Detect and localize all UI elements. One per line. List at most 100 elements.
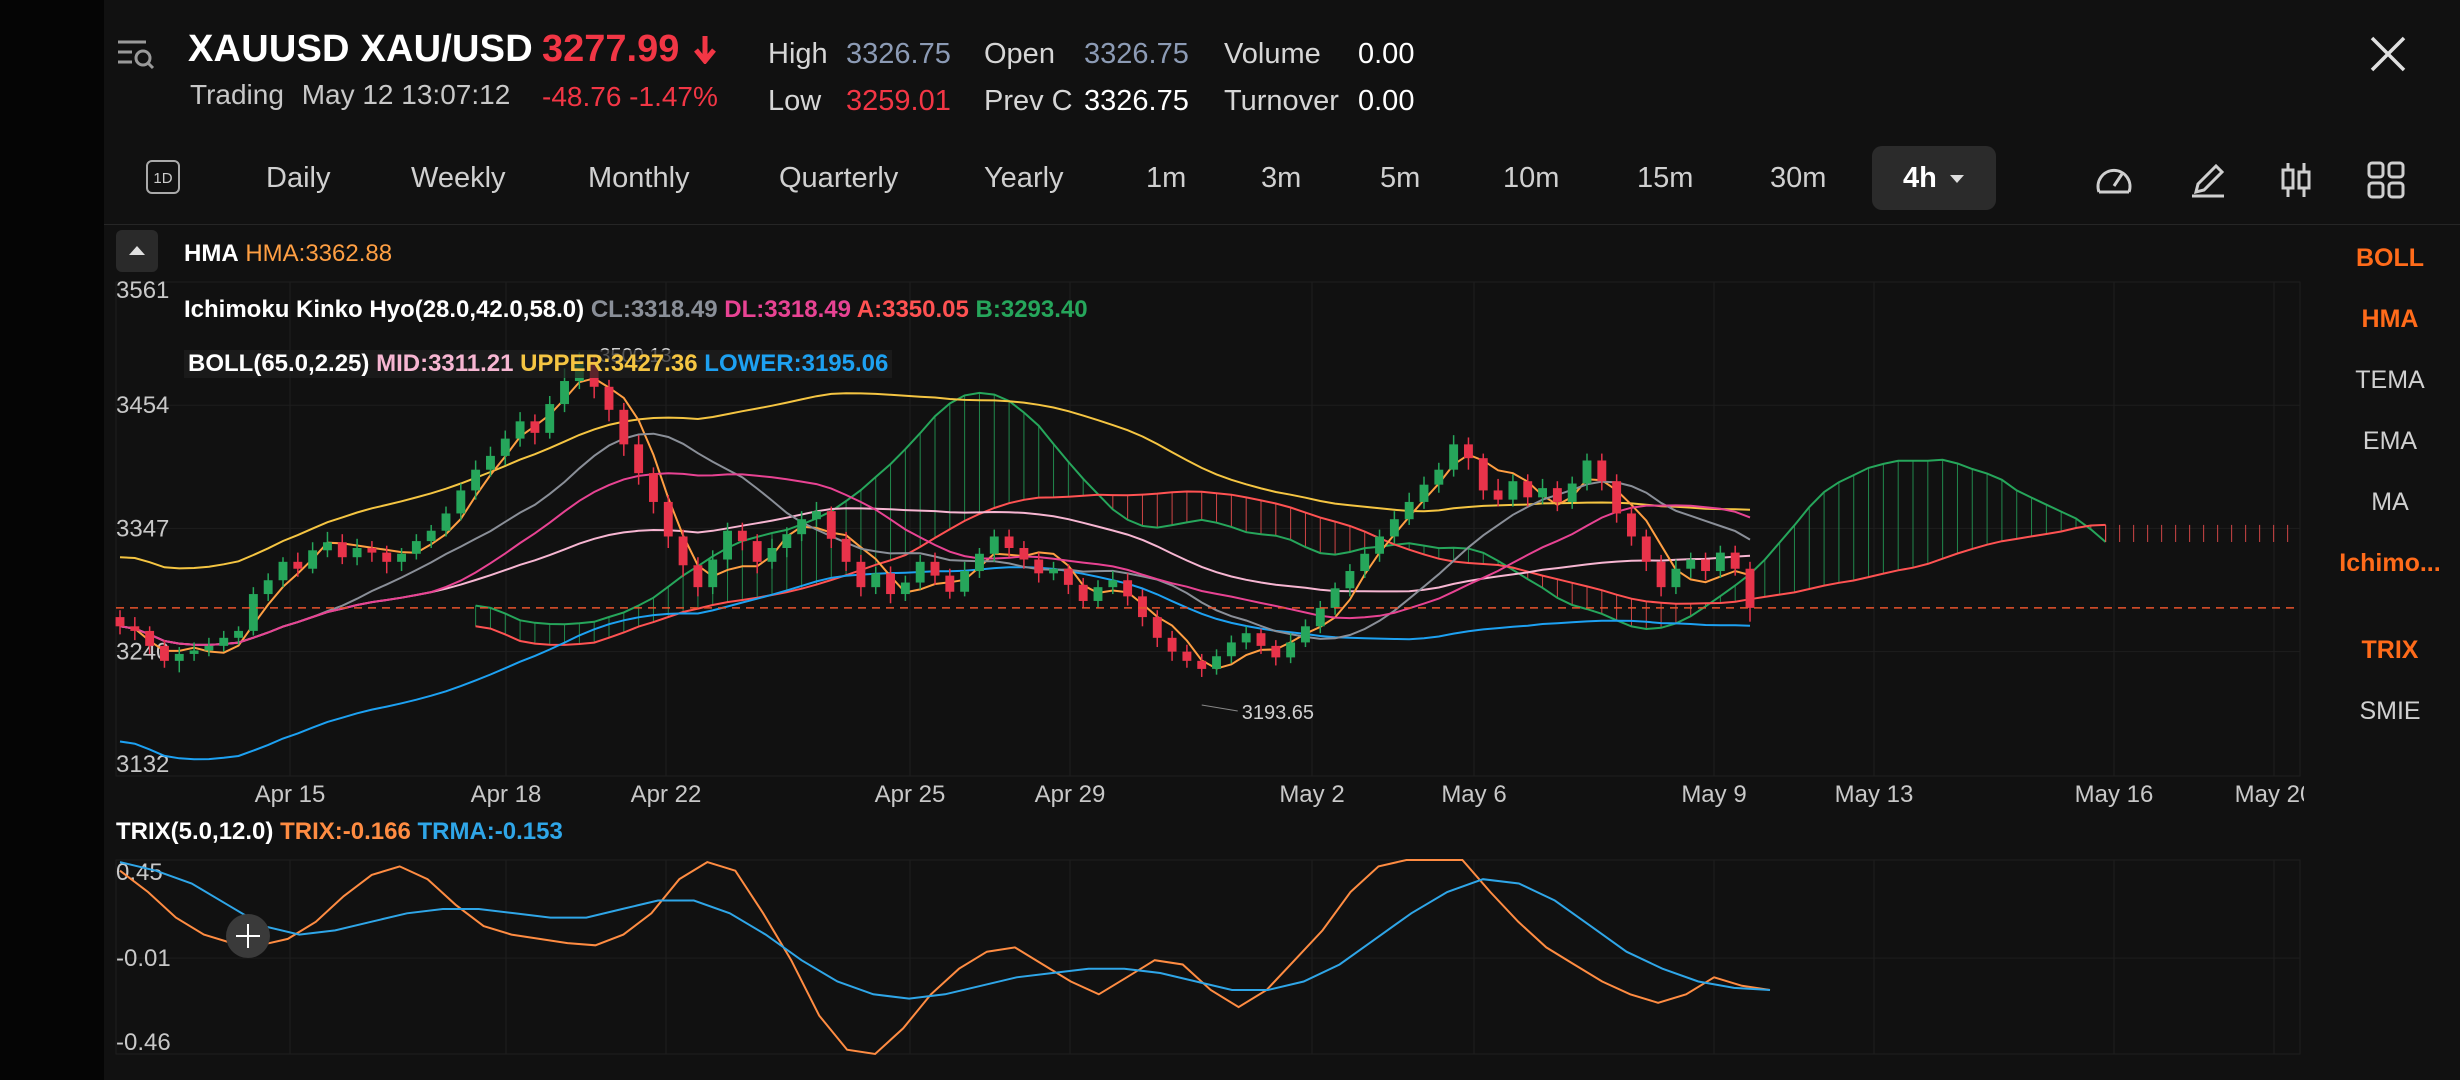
candle-body (1019, 548, 1029, 560)
candle-body (915, 561, 925, 583)
candle-body (130, 626, 140, 631)
x-tick-label: May 13 (1835, 781, 1914, 808)
candle-body (145, 630, 155, 646)
status-datetime: May 12 13:07:12 (301, 79, 511, 110)
indicator-tema[interactable]: TEMA (2320, 366, 2460, 395)
trix-name: TRIX(5.0,12.0) (116, 818, 274, 845)
tab-10m[interactable]: 10m (1503, 146, 1559, 210)
candle-body (500, 438, 510, 456)
candle-body (367, 548, 377, 553)
indicator-trix[interactable]: TRIX (2320, 636, 2460, 665)
candle-body (767, 548, 777, 562)
candle-body (604, 386, 614, 410)
tab-5m[interactable]: 5m (1380, 146, 1420, 210)
tab-1d[interactable]: 1D (146, 160, 180, 194)
tab-1m[interactable]: 1m (1146, 146, 1186, 210)
candle-body (219, 637, 229, 646)
candle-body (945, 575, 955, 592)
open-label: Open (984, 38, 1055, 70)
indicator-smie[interactable]: SMIE (2320, 697, 2460, 726)
candle-body (1034, 559, 1044, 574)
y-tick-label: 3454 (116, 392, 169, 419)
indicator-ema[interactable]: EMA (2320, 427, 2460, 456)
candle-body (1597, 460, 1607, 482)
ichimoku-dl: DL:3318.49 (724, 296, 851, 323)
candle-body (1508, 481, 1518, 500)
hma-legend: HMA HMA:3362.88 (184, 240, 392, 268)
candle-body (1627, 513, 1636, 537)
candle-body (1004, 536, 1014, 548)
candle-body (1538, 488, 1547, 498)
x-tick-label: Apr 15 (255, 781, 326, 808)
indicator-ichimoku[interactable]: Ichimo... (2320, 549, 2460, 578)
tab-3m[interactable]: 3m (1261, 146, 1301, 210)
candle-body (1567, 483, 1577, 502)
candle-body (1301, 626, 1310, 643)
candle-body (308, 550, 318, 569)
turnover-label: Turnover (1224, 85, 1339, 117)
candle-body (323, 542, 332, 551)
candle-body (1745, 568, 1755, 608)
trix-legend: TRIX(5.0,12.0) TRIX:-0.166 TRMA:-0.153 (116, 818, 563, 846)
candle-body (634, 444, 644, 474)
speedometer-icon[interactable] (2094, 160, 2134, 200)
high-label: High (768, 38, 828, 70)
left-gutter (0, 0, 104, 1080)
pencil-icon[interactable] (2188, 160, 2228, 200)
candle-body (752, 541, 762, 562)
candle-body (1286, 642, 1296, 658)
x-tick-label: Apr 25 (875, 781, 946, 808)
candle-body (708, 559, 718, 588)
tab-quarterly[interactable]: Quarterly (779, 146, 898, 210)
ichimoku-legend: Ichimoku Kinko Hyo(28.0,42.0,58.0) CL:33… (184, 296, 1088, 324)
candle-body (234, 630, 243, 638)
tab-weekly[interactable]: Weekly (411, 146, 506, 210)
grid-layout-icon[interactable] (2366, 160, 2406, 200)
candle-body (663, 501, 673, 537)
candle-body (841, 538, 851, 562)
candle-body (293, 561, 303, 569)
x-tick-label: May 6 (1441, 781, 1506, 808)
tab-4h-label: 4h (1903, 162, 1937, 194)
candle-body (826, 511, 836, 539)
indicator-ma[interactable]: MA (2320, 488, 2460, 517)
tab-yearly[interactable]: Yearly (984, 146, 1064, 210)
tab-4h[interactable]: 4h (1872, 146, 1996, 210)
candle-body (900, 582, 910, 595)
candle-body (1641, 536, 1651, 562)
boll-lower: LOWER:3195.06 (704, 350, 889, 377)
x-tick-label: May 9 (1681, 781, 1746, 808)
candle-body (1582, 460, 1592, 484)
candle-body (1212, 656, 1221, 669)
candlestick-icon[interactable] (2276, 160, 2316, 200)
candle-body (930, 561, 940, 576)
candle-body (1715, 552, 1725, 572)
candle-body (174, 653, 184, 661)
x-tick-label: Apr 29 (1035, 781, 1106, 808)
candle-body (456, 490, 466, 514)
low-annotation: 3193.65 (1242, 702, 1314, 724)
candle-body (649, 473, 658, 502)
candle-body (397, 553, 406, 562)
collapse-indicators-button[interactable] (116, 230, 158, 272)
candle-body (1093, 587, 1103, 601)
tab-monthly[interactable]: Monthly (588, 146, 690, 210)
ichimoku-b: B:3293.40 (975, 296, 1088, 323)
indicator-boll[interactable]: BOLL (2320, 244, 2460, 273)
candle-body (1182, 651, 1192, 661)
close-icon[interactable] (2364, 30, 2412, 78)
candle-body (1434, 469, 1444, 485)
candle-body (1523, 481, 1533, 498)
candle-body (441, 513, 451, 531)
tab-15m[interactable]: 15m (1637, 146, 1693, 210)
candle-body (737, 530, 747, 542)
indicator-hma[interactable]: HMA (2320, 305, 2460, 334)
candle-body (989, 536, 999, 554)
tab-30m[interactable]: 30m (1770, 146, 1826, 210)
menu-search-icon[interactable] (116, 36, 156, 72)
candle-body (1241, 633, 1251, 643)
candle-body (1078, 584, 1088, 601)
boll-upper: UPPER:3427.36 (520, 350, 698, 377)
tab-daily[interactable]: Daily (266, 146, 330, 210)
caret-up-icon (129, 246, 145, 255)
